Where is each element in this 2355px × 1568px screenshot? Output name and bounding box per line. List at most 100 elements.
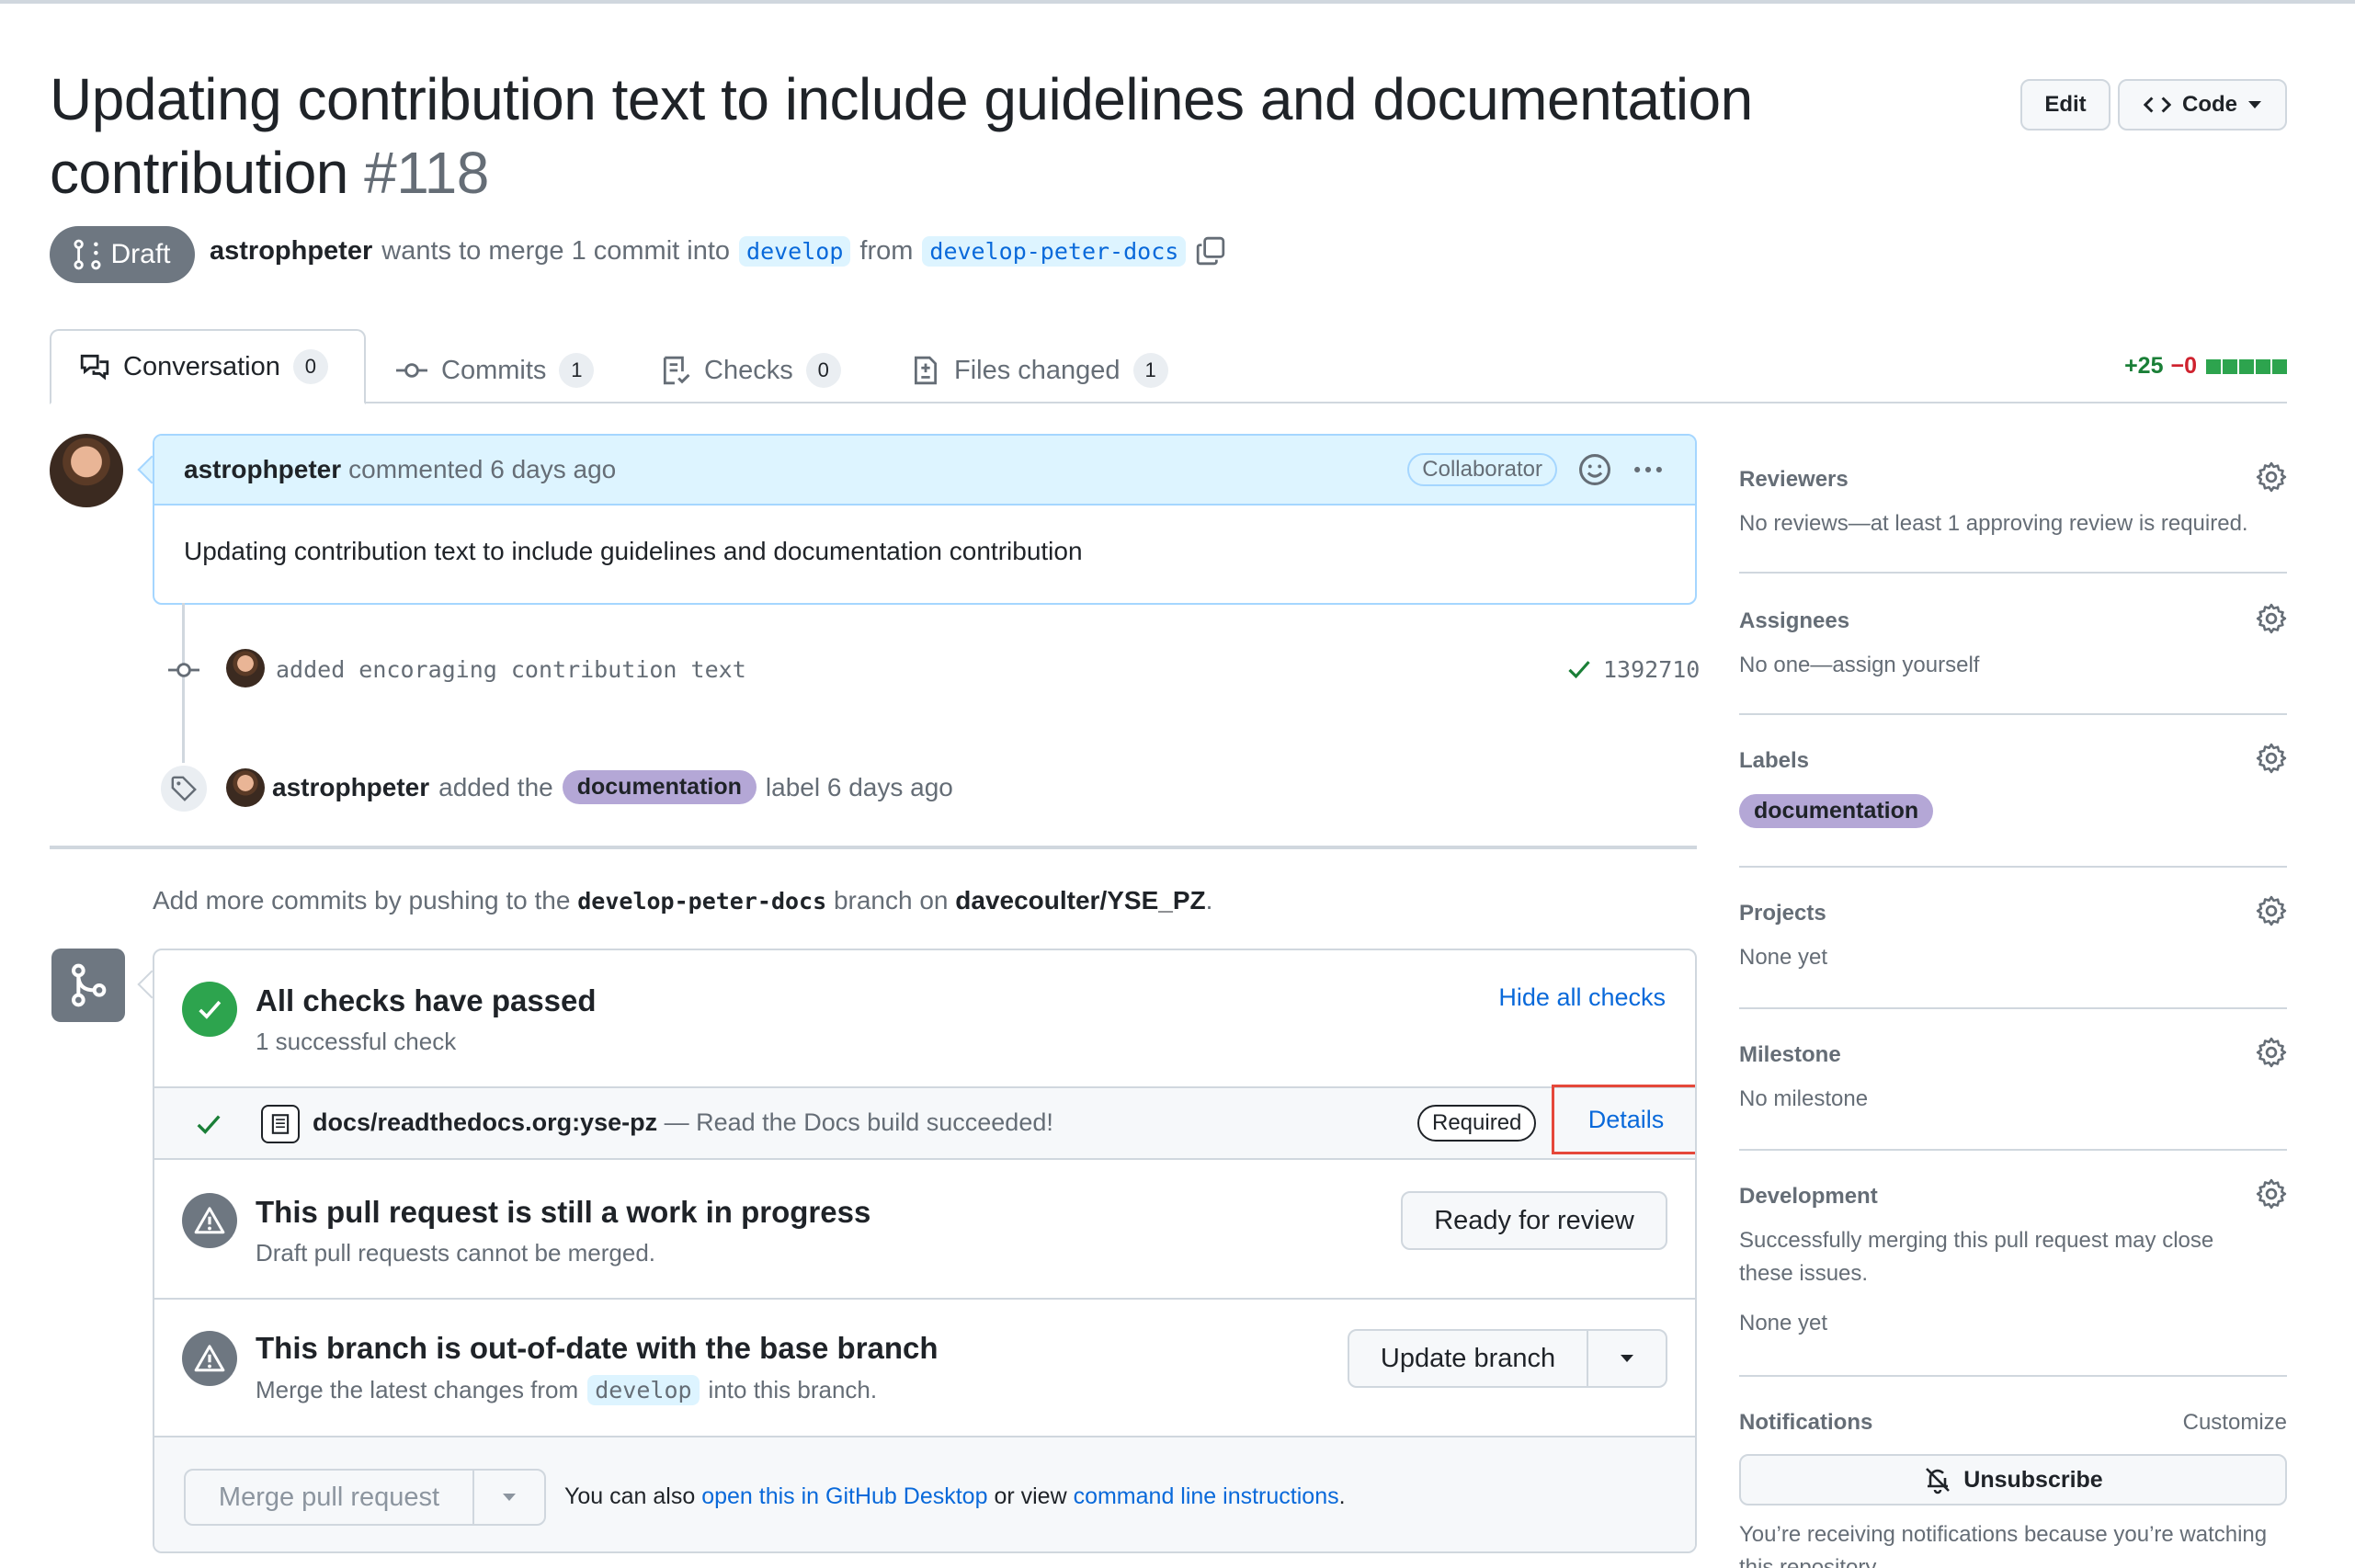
git-commit-icon — [396, 363, 427, 378]
collaborator-badge: Collaborator — [1407, 453, 1557, 486]
merge-method-dropdown[interactable] — [472, 1469, 546, 1526]
checks-title: All checks have passed — [256, 983, 597, 1017]
check-icon[interactable] — [1566, 656, 1592, 682]
commit-sha[interactable]: 1392710 — [1603, 656, 1700, 683]
unsubscribe-button[interactable]: Unsubscribe — [1739, 1454, 2287, 1506]
wip-section: This pull request is still a work in pro… — [154, 1160, 1695, 1300]
book-icon — [271, 1114, 290, 1134]
readthedocs-icon — [261, 1105, 300, 1143]
smiley-icon[interactable] — [1577, 452, 1612, 487]
push-hint-prefix: Add more commits by pushing to the — [153, 886, 571, 915]
diffstat-square — [2256, 358, 2270, 374]
outdated-sub-branch[interactable]: develop — [587, 1375, 700, 1405]
checks-summary: All checks have passed 1 successful chec… — [154, 950, 1695, 1088]
check-icon — [199, 1000, 222, 1019]
chevron-down-icon — [2248, 101, 2261, 108]
copy-icon[interactable] — [1195, 235, 1226, 267]
sidebar-projects: Projects None yet — [1739, 895, 2287, 974]
sidebar-value[interactable]: No one—assign yourself — [1739, 649, 2287, 682]
merge-alt-middle: or view — [994, 1483, 1067, 1509]
gear-icon[interactable] — [2256, 895, 2287, 926]
comment-card: astrophpeter commented 6 days ago Collab… — [153, 434, 1697, 605]
avatar[interactable] — [50, 434, 123, 507]
update-branch-dropdown[interactable] — [1587, 1329, 1667, 1388]
comment-author[interactable]: astrophpeter — [184, 455, 341, 484]
edit-button[interactable]: Edit — [2020, 79, 2110, 131]
sidebar-notifications: Notifications Customize Unsubscribe You’… — [1739, 1410, 2287, 1568]
gear-icon[interactable] — [2256, 1178, 2287, 1210]
sidebar-divider — [1739, 572, 2287, 574]
author-link[interactable]: astrophpeter — [210, 236, 372, 267]
ready-for-review-button[interactable]: Ready for review — [1401, 1191, 1667, 1250]
code-button-label: Code — [2182, 92, 2237, 117]
draft-badge: Draft — [50, 226, 195, 283]
outdated-title: This branch is out-of-date with the base… — [256, 1331, 939, 1365]
page-title: Updating contribution text to include gu… — [50, 62, 1796, 210]
sidebar-heading[interactable]: Milestone — [1739, 1042, 2287, 1068]
checks-status-circle — [182, 982, 237, 1037]
hide-all-checks-link[interactable]: Hide all checks — [1498, 983, 1666, 1012]
avatar[interactable] — [226, 768, 265, 807]
details-link[interactable]: Details — [1552, 1085, 1695, 1154]
sidebar-value: None yet — [1739, 945, 1828, 970]
sidebar-heading[interactable]: Labels — [1739, 748, 2287, 774]
check-description: docs/readthedocs.org:yse-pz — Read the D… — [313, 1108, 1053, 1137]
sidebar-heading[interactable]: Development — [1739, 1184, 2287, 1210]
push-hint-repo: davecoulter/YSE_PZ — [955, 886, 1206, 915]
tab-files-changed[interactable]: Files changed 1 — [910, 338, 1168, 403]
merge-box: All checks have passed 1 successful chec… — [153, 949, 1697, 1553]
from-text: from — [859, 235, 914, 266]
pr-number: #118 — [364, 140, 489, 206]
tabs-border — [50, 402, 2287, 403]
tab-label: Commits — [441, 355, 547, 385]
comment-body: Updating contribution text to include gu… — [184, 537, 1083, 565]
command-line-link[interactable]: command line instructions — [1074, 1483, 1339, 1509]
update-branch-button[interactable]: Update branch — [1348, 1329, 1588, 1388]
chevron-down-icon — [1621, 1355, 1633, 1362]
avatar[interactable] — [226, 649, 265, 687]
diffstat-square — [2206, 358, 2221, 374]
tab-counter: 1 — [1132, 353, 1168, 388]
sidebar-divider — [1739, 1149, 2287, 1151]
top-border — [0, 0, 2355, 4]
merge-alternatives: You can also open this in GitHub Desktop… — [564, 1483, 1346, 1510]
comment-header: astrophpeter commented 6 days ago Collab… — [154, 436, 1695, 506]
check-icon — [197, 1115, 221, 1134]
sidebar-heading[interactable]: Assignees — [1739, 608, 2287, 634]
label-documentation[interactable]: documentation — [1739, 794, 1934, 828]
comment-timestamp[interactable]: commented 6 days ago — [348, 455, 616, 484]
sidebar-heading[interactable]: Projects — [1739, 901, 2287, 926]
gear-icon[interactable] — [2256, 743, 2287, 774]
merge-pull-request-button[interactable]: Merge pull request — [184, 1469, 474, 1526]
sidebar-heading[interactable]: Reviewers — [1739, 467, 2287, 493]
bell-slash-icon — [1926, 1468, 1951, 1494]
label-event-suffix: label 6 days ago — [765, 772, 953, 801]
label-documentation[interactable]: documentation — [562, 770, 757, 804]
commit-message[interactable]: added encoraging contribution text — [276, 656, 746, 683]
check-name: docs/readthedocs.org:yse-pz — [313, 1108, 658, 1136]
sidebar-labels: Labels documentation — [1739, 743, 2287, 828]
tab-label: Conversation — [123, 351, 280, 381]
head-branch[interactable]: develop-peter-docs — [922, 235, 1187, 267]
push-hint-branch: develop-peter-docs — [577, 888, 827, 915]
sidebar-divider — [1739, 1375, 2287, 1377]
customize-link[interactable]: Customize — [2183, 1410, 2287, 1436]
gear-icon[interactable] — [2256, 461, 2287, 493]
draft-label: Draft — [110, 239, 171, 269]
code-button[interactable]: Code — [2118, 79, 2287, 131]
kebab-horizontal-icon[interactable] — [1631, 452, 1666, 487]
tag-icon-badge — [158, 763, 210, 814]
unsubscribe-label: Unsubscribe — [1963, 1466, 2103, 1493]
gear-icon[interactable] — [2256, 603, 2287, 634]
base-branch[interactable]: develop — [739, 235, 851, 267]
pr-meta: astrophpeter wants to merge 1 commit int… — [210, 235, 1226, 267]
label-event-author[interactable]: astrophpeter — [272, 773, 429, 802]
tab-checks[interactable]: Checks 0 — [660, 338, 841, 403]
gear-icon[interactable] — [2256, 1037, 2287, 1068]
merge-status-icon — [51, 949, 125, 1022]
tab-counter: 0 — [805, 353, 841, 388]
tab-commits[interactable]: Commits 1 — [395, 338, 595, 403]
tab-conversation[interactable]: Conversation 0 — [50, 329, 366, 404]
checklist-icon — [663, 356, 690, 385]
github-desktop-link[interactable]: open this in GitHub Desktop — [701, 1483, 987, 1509]
